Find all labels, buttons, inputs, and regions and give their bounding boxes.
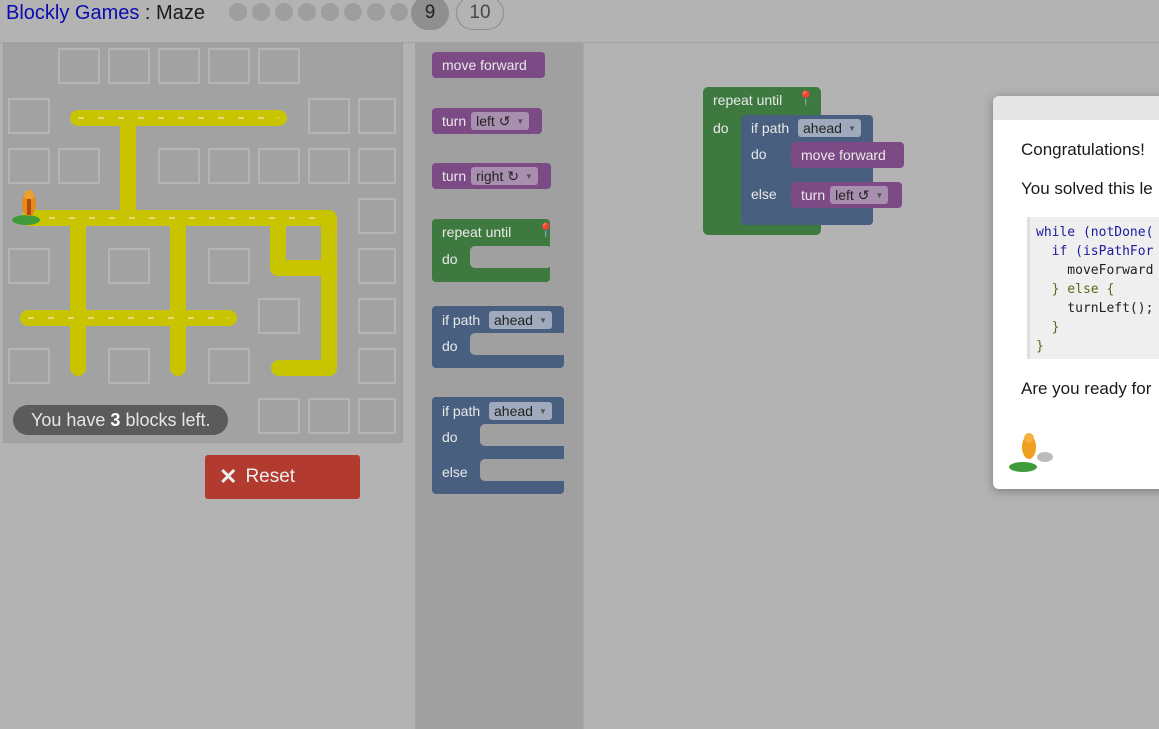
toolbox-repeat-until-block[interactable]: repeat until 📍 do — [432, 219, 554, 282]
statement-slot[interactable] — [480, 424, 570, 446]
dialog-message: You solved this le — [1021, 179, 1153, 198]
pegman-icon — [12, 190, 40, 225]
blocks-left-badge: You have 3 blocks left. — [13, 405, 229, 435]
toolbox-if-else-block[interactable]: if path ahead ▼ do else — [432, 397, 570, 494]
game-title: Maze — [156, 2, 205, 24]
workspace-divider — [583, 43, 584, 729]
close-icon: ✕ — [219, 464, 238, 489]
marker-icon: 📍 — [797, 90, 815, 106]
maze-board — [3, 43, 403, 443]
page-title: Blockly Games : Maze — [6, 2, 205, 24]
dialog-heading: Congratulations! — [1021, 140, 1145, 159]
level-dot-2[interactable] — [252, 3, 270, 21]
maze-path — [20, 110, 337, 376]
turn-direction-dropdown[interactable]: left ↺ ▼ — [830, 186, 889, 204]
level-dot-7[interactable] — [367, 3, 385, 21]
level-dots — [229, 3, 408, 21]
dialog-title-bar[interactable] — [993, 96, 1159, 120]
toolbox-turn-right-block[interactable]: turn right ↻ ▼ — [432, 163, 551, 189]
level-button-current[interactable]: 9 — [411, 0, 449, 30]
blocks-left-count: 3 — [110, 410, 121, 430]
turn-direction-dropdown[interactable]: right ↻ ▼ — [471, 167, 538, 185]
header: Blockly Games : Maze 9 10 — [0, 0, 1159, 30]
congratulations-dialog: Congratulations! You solved this le whil… — [993, 96, 1159, 489]
reset-label: Reset — [245, 466, 296, 487]
toolbox-move-forward-block[interactable]: move forward — [432, 52, 545, 78]
toolbox — [415, 43, 583, 729]
level-dot-3[interactable] — [275, 3, 293, 21]
level-dot-8[interactable] — [390, 3, 408, 21]
workspace-move-forward-block[interactable]: move forward — [791, 142, 904, 168]
blockly-games-link[interactable]: Blockly Games — [6, 2, 139, 24]
toolbox-if-path-block[interactable]: if path ahead ▼ do — [432, 306, 570, 368]
path-direction-dropdown[interactable]: ahead ▼ — [489, 311, 552, 329]
solution-code: while (notDone( if (isPathFor moveForwar… — [1027, 217, 1159, 359]
maze-walls — [8, 48, 396, 434]
workspace-turn-left-block[interactable]: turn left ↺ ▼ — [791, 182, 902, 208]
maze-map — [8, 48, 396, 434]
statement-slot[interactable] — [470, 246, 552, 268]
workspace-if-else-block[interactable]: if path ahead ▼ do else — [741, 115, 873, 225]
else-slot[interactable] — [480, 459, 570, 481]
turn-direction-dropdown[interactable]: left ↺ ▼ — [471, 112, 530, 130]
marker-icon: 📍 — [537, 222, 555, 238]
toolbox-turn-left-block[interactable]: turn left ↺ ▼ — [432, 108, 542, 134]
pegman-icon — [1009, 433, 1053, 472]
dialog-next-prompt: Are you ready for — [1021, 379, 1152, 398]
statement-slot[interactable] — [470, 333, 570, 355]
level-dot-5[interactable] — [321, 3, 339, 21]
path-direction-dropdown[interactable]: ahead ▼ — [798, 119, 861, 137]
level-dot-1[interactable] — [229, 3, 247, 21]
level-dot-4[interactable] — [298, 3, 316, 21]
level-button-next[interactable]: 10 — [456, 0, 504, 30]
level-dot-6[interactable] — [344, 3, 362, 21]
reset-button[interactable]: ✕ Reset — [205, 455, 360, 499]
path-direction-dropdown[interactable]: ahead ▼ — [489, 402, 552, 420]
